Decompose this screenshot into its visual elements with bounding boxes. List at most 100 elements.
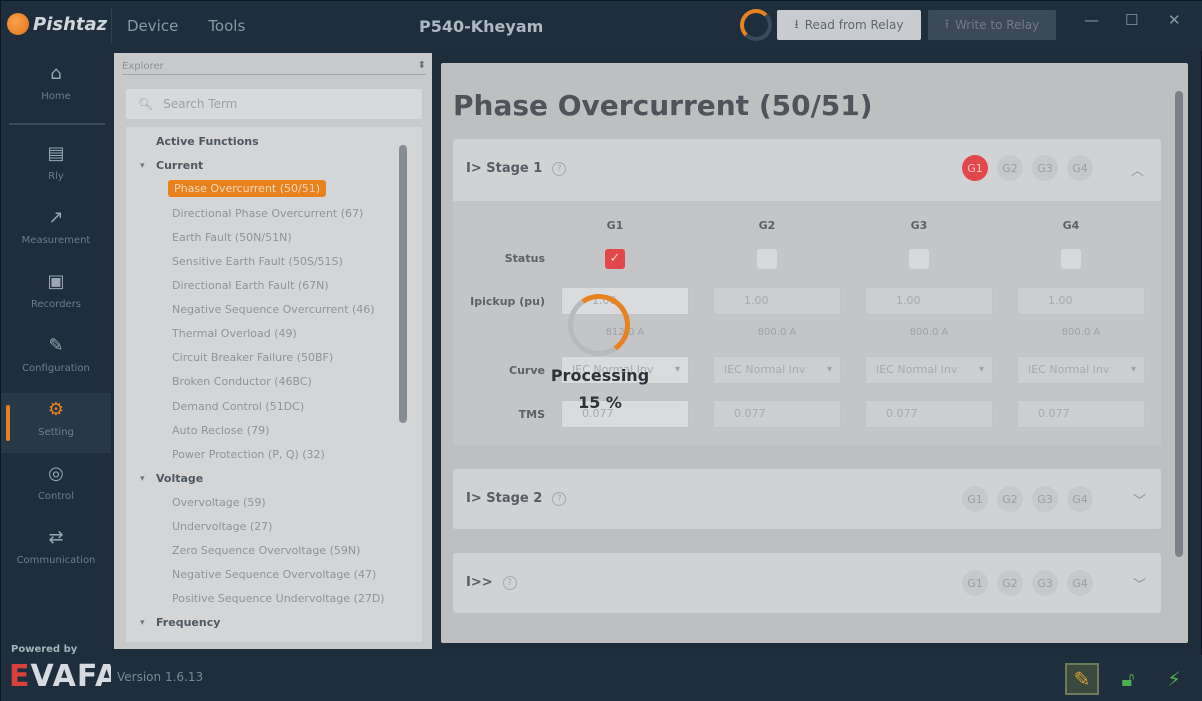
menu-bar: Device Tools [127, 17, 245, 35]
tree-item[interactable]: Broken Conductor (46BC) [172, 375, 312, 388]
stage-2-header[interactable]: I> Stage 2? [466, 491, 567, 506]
curve-select-g2[interactable]: IEC Normal Inv ▾ [713, 356, 841, 384]
group-g3-chip[interactable]: G3 [1032, 570, 1058, 596]
search-input[interactable]: 🔍︎ Search Term [126, 89, 422, 119]
tree-item[interactable]: Negative Sequence Overvoltage (47) [172, 568, 376, 581]
group-g1-chip[interactable]: G1 [962, 155, 988, 181]
stage-2-card[interactable]: I> Stage 2? G1 G2 G3 G4 ﹀ [453, 469, 1161, 529]
chevron-down-icon[interactable]: ﹀ [1133, 574, 1146, 593]
group-g2-chip[interactable]: G2 [997, 570, 1023, 596]
explorer-dropdown[interactable]: Explorer ⬍ [122, 60, 426, 75]
sidebar: ⌂ Home ▤ Rly ↗ Measurement ▣ Recorders ✎… [1, 51, 118, 701]
stage-1-header[interactable]: I> Stage 1? [466, 161, 567, 176]
curve-select-g4[interactable]: IEC Normal Inv ▾ [1017, 356, 1145, 384]
chevron-down-icon: ▾ [674, 364, 680, 375]
nav-label: Configuration [22, 363, 90, 374]
maximize-button[interactable]: ☐ [1125, 11, 1138, 29]
nav-setting[interactable]: ⚙ Setting [1, 393, 111, 453]
help-icon[interactable]: ? [502, 575, 517, 590]
group-g1-chip[interactable]: G1 [962, 486, 988, 512]
group-g1-chip[interactable]: G1 [962, 570, 988, 596]
group-g4-chip[interactable]: G4 [1067, 486, 1093, 512]
tree-item[interactable]: Power Protection (P, Q) (32) [172, 448, 325, 461]
group-g3-chip[interactable]: G3 [1032, 486, 1058, 512]
connection-icon[interactable]: ⚡ [1157, 663, 1191, 695]
menu-device[interactable]: Device [127, 17, 178, 35]
help-icon[interactable]: ? [552, 161, 567, 176]
tms-field-g4[interactable]: 0.077 [1017, 400, 1145, 428]
measurement-icon: ↗ [48, 207, 64, 228]
read-from-relay-button[interactable]: ⭳ Read from Relay [777, 10, 921, 40]
status-checkbox-g3[interactable] [909, 249, 929, 269]
group-g4-chip[interactable]: G4 [1067, 570, 1093, 596]
nav-home[interactable]: ⌂ Home [1, 57, 111, 117]
tree-item[interactable]: Earth Fault (50N/51N) [172, 231, 292, 244]
group-g2-chip[interactable]: G2 [997, 486, 1023, 512]
status-checkbox-g2[interactable] [757, 249, 777, 269]
main-scrollbar[interactable] [1175, 91, 1183, 557]
title-bar: Pishtaz Device Tools P540-Kheyam ⭳ Read … [1, 1, 1202, 51]
tree-item[interactable]: Negative Sequence Overcurrent (46) [172, 303, 375, 316]
group-g4-chip[interactable]: G4 [1067, 155, 1093, 181]
nav-label: Setting [38, 427, 74, 438]
tree-active-functions[interactable]: Active Functions [156, 135, 259, 148]
chevron-down-icon[interactable]: ﹀ [1133, 490, 1146, 509]
relay-icon: ▤ [47, 143, 65, 164]
tree-group-current[interactable]: Current [156, 159, 203, 172]
tree-item[interactable]: Positive Sequence Undervoltage (27D) [172, 592, 385, 605]
tree-item[interactable]: Directional Phase Overcurrent (67) [172, 207, 363, 220]
nav-configuration[interactable]: ✎ Configuration [1, 329, 111, 389]
nav-recorders[interactable]: ▣ Recorders [1, 265, 111, 325]
ipickup-field-g4[interactable]: 1.00 [1017, 287, 1145, 315]
ipickup-field-g3[interactable]: 1.00 [865, 287, 993, 315]
logo-icon [7, 13, 29, 35]
chevron-down-icon[interactable]: ▾ [140, 161, 145, 171]
minimize-button[interactable]: — [1084, 11, 1099, 29]
ipickup-field-g2[interactable]: 1.00 [713, 287, 841, 315]
menu-tools[interactable]: Tools [208, 17, 245, 35]
notes-icon[interactable]: ✎ [1065, 663, 1099, 695]
tree-item[interactable]: Zero Sequence Overvoltage (59N) [172, 544, 360, 557]
nav-measurement[interactable]: ↗ Measurement [1, 201, 111, 261]
group-g2-chip[interactable]: G2 [997, 155, 1023, 181]
stage-3-card[interactable]: I>>? G1 G2 G3 G4 ﹀ [453, 553, 1161, 613]
chevron-down-icon: ▾ [1130, 364, 1136, 375]
home-icon: ⌂ [50, 63, 62, 84]
tree-item-selected[interactable]: Phase Overcurrent (50/51) [168, 180, 327, 197]
group-g3-chip[interactable]: G3 [1032, 155, 1058, 181]
nav-communication[interactable]: ⇄ Communication [1, 521, 111, 581]
lock-icon[interactable]: 🔓︎ [1111, 663, 1145, 695]
tree-item[interactable]: Circuit Breaker Failure (50BF) [172, 351, 333, 364]
nav-relay[interactable]: ▤ Rly [1, 137, 111, 197]
tree-item[interactable]: Sensitive Earth Fault (50S/51S) [172, 255, 343, 268]
setting-icon: ⚙ [47, 399, 65, 420]
tree-item[interactable]: Undervoltage (27) [172, 520, 272, 533]
column-header: G1 [606, 219, 624, 232]
tree-item[interactable]: Auto Reclose (79) [172, 424, 269, 437]
tree-group-voltage[interactable]: Voltage [156, 472, 203, 485]
tms-field-g3[interactable]: 0.077 [865, 400, 993, 428]
curve-label: Curve [509, 364, 545, 377]
tms-field-g2[interactable]: 0.077 [713, 400, 841, 428]
nav-control[interactable]: ◎ Control [1, 457, 111, 517]
tree-item[interactable]: Overvoltage (59) [172, 496, 266, 509]
dropdown-arrow-icon: ⬍ [417, 60, 426, 71]
chevron-down-icon: ▾ [826, 364, 832, 375]
status-checkbox-g1[interactable]: ✓ [605, 249, 625, 269]
help-icon[interactable]: ? [552, 491, 567, 506]
tree-item[interactable]: Directional Earth Fault (67N) [172, 279, 329, 292]
explorer-scrollbar[interactable] [399, 145, 407, 423]
chevron-down-icon[interactable]: ▾ [140, 474, 145, 484]
write-to-relay-button[interactable]: ⭱ Write to Relay [928, 10, 1056, 40]
search-icon: 🔍︎ [138, 97, 154, 111]
close-button[interactable]: ✕ [1168, 11, 1181, 29]
status-checkbox-g4[interactable] [1061, 249, 1081, 269]
communication-icon: ⇄ [48, 527, 64, 548]
tree-item[interactable]: Thermal Overload (49) [172, 327, 297, 340]
chevron-down-icon[interactable]: ▾ [140, 618, 145, 628]
tree-group-frequency[interactable]: Frequency [156, 616, 220, 629]
stage-3-header[interactable]: I>>? [466, 575, 517, 590]
chevron-up-icon[interactable]: ︿ [1131, 160, 1144, 179]
curve-select-g3[interactable]: IEC Normal Inv ▾ [865, 356, 993, 384]
tree-item[interactable]: Demand Control (51DC) [172, 400, 304, 413]
